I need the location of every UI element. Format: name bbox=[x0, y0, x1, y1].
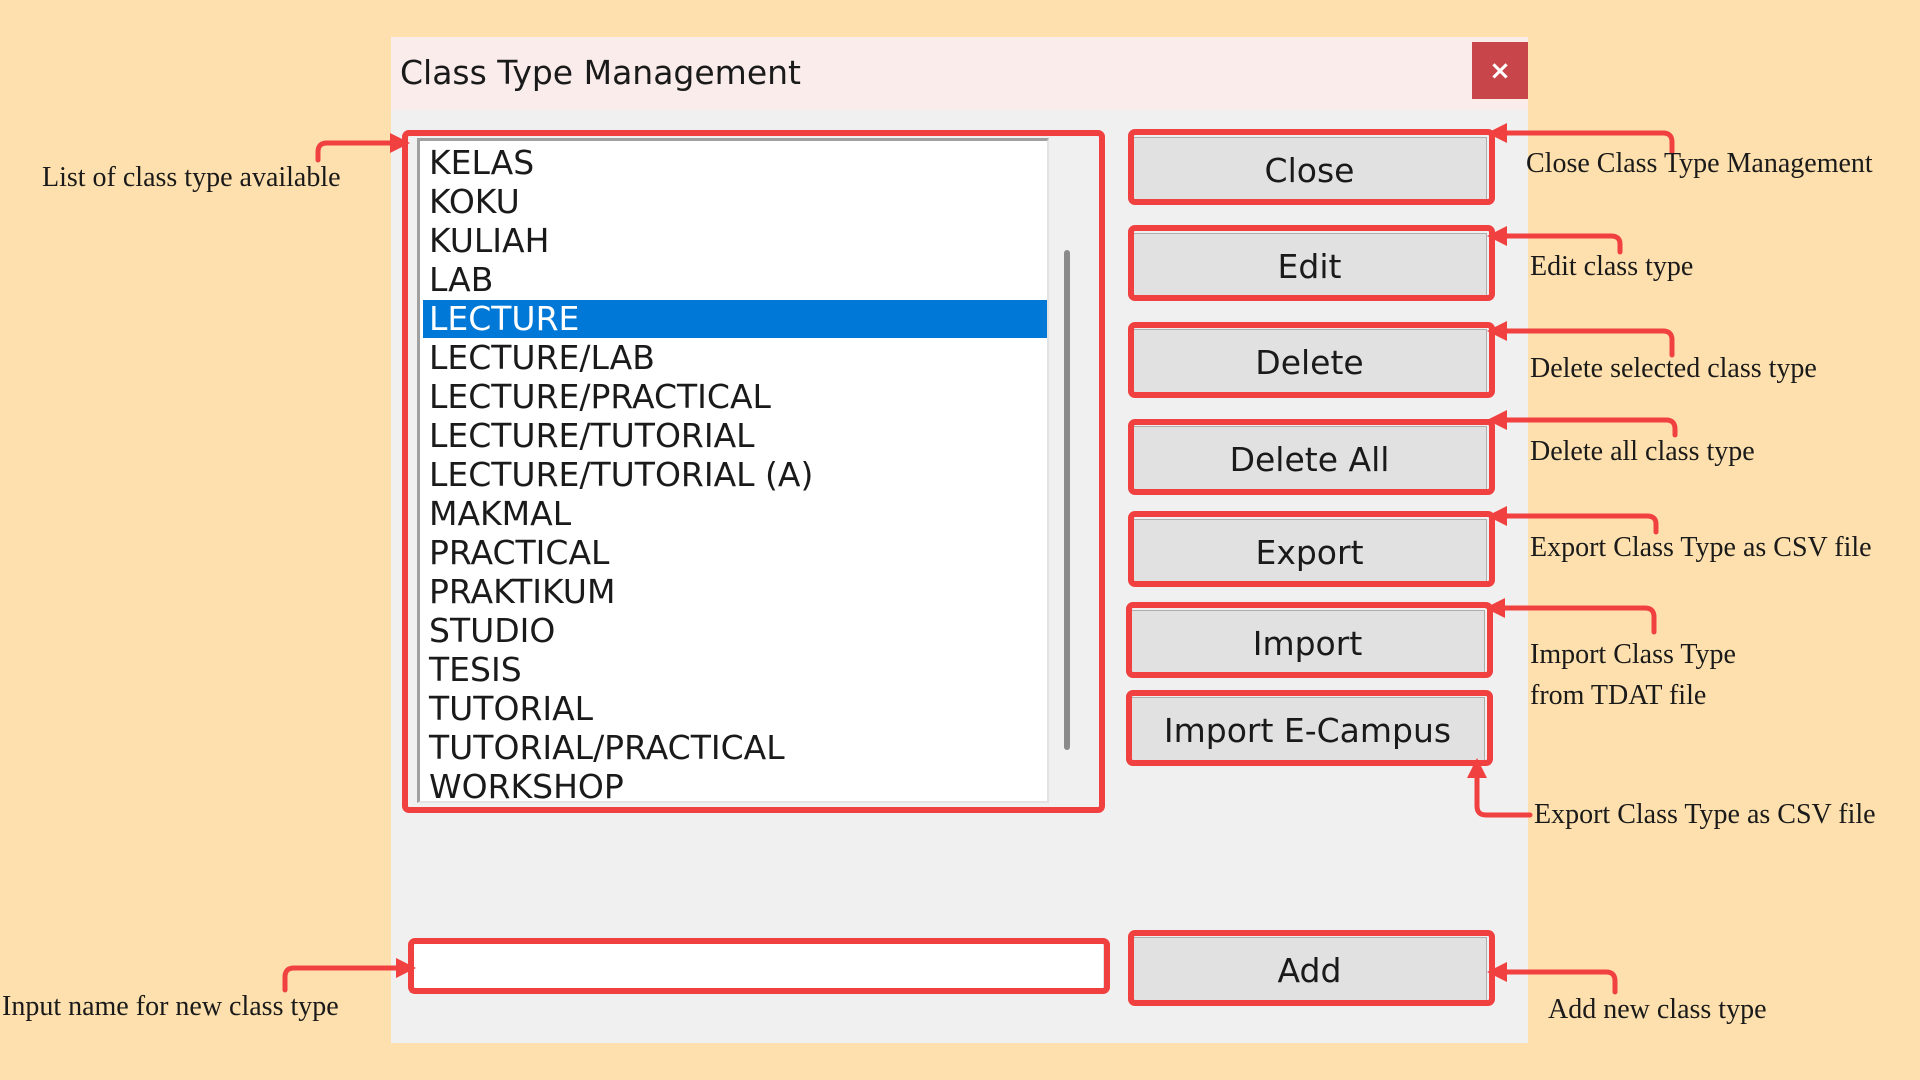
delete-all-button[interactable]: Delete All bbox=[1132, 426, 1487, 493]
annotation-import-line2: from TDAT file bbox=[1530, 680, 1707, 711]
scrollbar-thumb[interactable] bbox=[1064, 250, 1070, 750]
class-type-management-dialog: Class Type Management × KELAS KOKU KULIAH L… bbox=[391, 37, 1528, 1043]
list-item[interactable]: KULIAH bbox=[423, 222, 1047, 260]
list-item[interactable]: TESIS bbox=[423, 651, 1047, 689]
list-item[interactable]: KOKU bbox=[423, 183, 1047, 221]
list-item[interactable]: LECTURE/TUTORIAL (A) bbox=[423, 456, 1047, 494]
list-item[interactable]: LAB bbox=[423, 261, 1047, 299]
list-item[interactable]: WORKSHOP bbox=[423, 768, 1047, 802]
list-item[interactable]: LECTURE/TUTORIAL bbox=[423, 417, 1047, 455]
list-item[interactable]: LECTURE/PRACTICAL bbox=[423, 378, 1047, 416]
annotation-list: List of class type available bbox=[42, 162, 341, 193]
import-ecampus-button[interactable]: Import E-Campus bbox=[1130, 697, 1485, 764]
export-button[interactable]: Export bbox=[1132, 519, 1487, 586]
annotation-import-line1: Import Class Type bbox=[1530, 639, 1736, 670]
annotation-import-ecampus: Export Class Type as CSV file bbox=[1534, 799, 1876, 830]
add-button[interactable]: Add bbox=[1132, 937, 1487, 1004]
title-bar: Class Type Management × bbox=[391, 37, 1528, 110]
edit-button[interactable]: Edit bbox=[1132, 233, 1487, 300]
list-item[interactable]: TUTORIAL bbox=[423, 690, 1047, 728]
close-button[interactable]: Close bbox=[1132, 137, 1487, 204]
delete-button[interactable]: Delete bbox=[1132, 329, 1487, 396]
list-item[interactable]: PRAKTIKUM bbox=[423, 573, 1047, 611]
list-arrow bbox=[315, 133, 410, 163]
annotation-delete: Delete selected class type bbox=[1530, 353, 1817, 384]
list-item[interactable]: PRACTICAL bbox=[423, 534, 1047, 572]
annotation-export: Export Class Type as CSV file bbox=[1530, 532, 1872, 563]
list-item[interactable]: LECTURE bbox=[423, 300, 1047, 338]
window-title: Class Type Management bbox=[400, 53, 801, 92]
list-item[interactable]: TUTORIAL/PRACTICAL bbox=[423, 729, 1047, 767]
class-type-list[interactable]: KELAS KOKU KULIAH LAB LECTURE LECTURE/LAB LECT… bbox=[417, 138, 1049, 803]
annotation-close: Close Class Type Management bbox=[1526, 148, 1873, 179]
annotation-add: Add new class type bbox=[1548, 994, 1767, 1025]
list-item[interactable]: STUDIO bbox=[423, 612, 1047, 650]
annotation-delete-all: Delete all class type bbox=[1530, 436, 1755, 467]
annotation-edit: Edit class type bbox=[1530, 251, 1694, 282]
annotation-input: Input name for new class type bbox=[2, 991, 339, 1022]
input-arrow bbox=[282, 958, 416, 993]
new-class-type-input[interactable] bbox=[410, 941, 1105, 993]
import-button[interactable]: Import bbox=[1130, 610, 1485, 677]
list-item[interactable]: KELAS bbox=[423, 144, 1047, 182]
list-item[interactable]: MAKMAL bbox=[423, 495, 1047, 533]
list-scrollbar[interactable] bbox=[1052, 138, 1083, 803]
window-close-icon[interactable]: × bbox=[1472, 42, 1528, 99]
list-item[interactable]: LECTURE/LAB bbox=[423, 339, 1047, 377]
